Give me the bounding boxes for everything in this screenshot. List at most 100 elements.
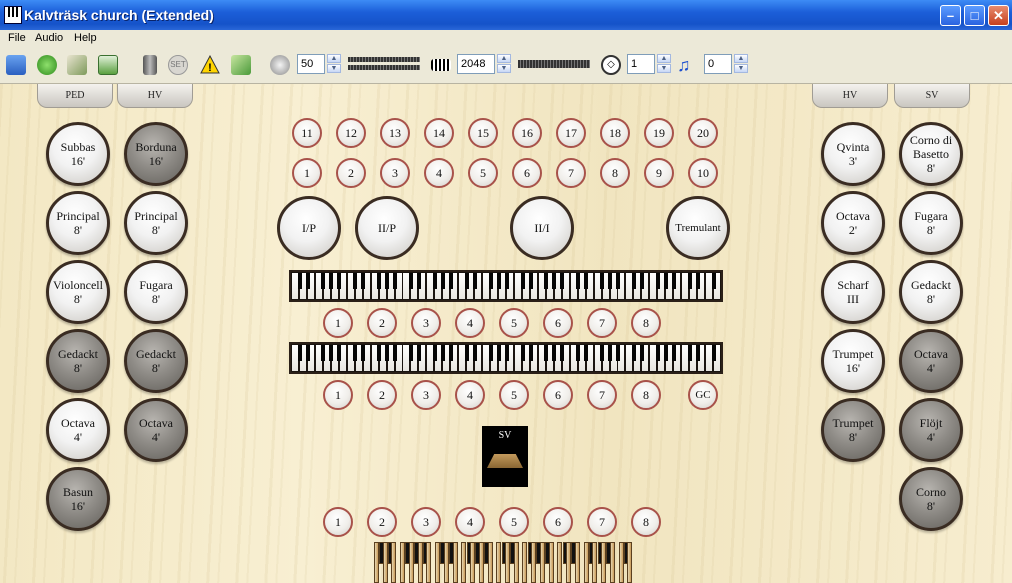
ped-stop-0[interactable]: Subbas 16' [46, 122, 110, 186]
manual-1-piston-2[interactable]: 2 [367, 380, 397, 410]
black-key[interactable] [329, 273, 334, 289]
pedal-key[interactable] [627, 542, 633, 583]
manual-1-piston-7[interactable]: 7 [587, 380, 617, 410]
general-piston-15[interactable]: 15 [468, 118, 498, 148]
hv_right-stop-0[interactable]: Qvinta 3' [821, 122, 885, 186]
black-key[interactable] [440, 345, 445, 361]
black-key[interactable] [464, 273, 469, 289]
black-key[interactable] [464, 345, 469, 361]
black-key[interactable] [600, 273, 605, 289]
coupler-ii-p[interactable]: II/P [355, 196, 419, 260]
black-key[interactable] [584, 273, 589, 289]
black-key[interactable] [496, 273, 501, 289]
general-piston-7[interactable]: 7 [556, 158, 586, 188]
black-key[interactable] [329, 345, 334, 361]
black-key[interactable] [472, 273, 477, 289]
general-piston-3[interactable]: 3 [380, 158, 410, 188]
midi-icon[interactable] [231, 55, 251, 75]
black-key[interactable] [576, 273, 581, 289]
swell-pedal[interactable]: SV [482, 426, 528, 487]
hv_right-stop-2[interactable]: Scharf III [821, 260, 885, 324]
black-key[interactable] [639, 273, 644, 289]
pedal-piston-7[interactable]: 7 [587, 507, 617, 537]
pedal-key[interactable] [487, 542, 493, 583]
black-key[interactable] [488, 345, 493, 361]
general-piston-16[interactable]: 16 [512, 118, 542, 148]
black-key[interactable] [552, 273, 557, 289]
black-key[interactable] [520, 345, 525, 361]
pedal-key[interactable] [539, 542, 545, 583]
pedal-piston-5[interactable]: 5 [499, 507, 529, 537]
black-key[interactable] [448, 345, 453, 361]
black-key[interactable] [504, 273, 509, 289]
ped-stop-2[interactable]: Violoncell 8' [46, 260, 110, 324]
black-key[interactable] [472, 345, 477, 361]
polyphony-field[interactable]: 2048 [457, 54, 495, 74]
sv-stop-4[interactable]: Flöjt 4' [899, 398, 963, 462]
menu-help[interactable]: Help [74, 32, 97, 44]
transpose-field[interactable]: 1 [627, 54, 655, 74]
pedal-key[interactable] [382, 542, 388, 583]
manual-2-piston-3[interactable]: 3 [411, 308, 441, 338]
general-piston-2[interactable]: 2 [336, 158, 366, 188]
pedal-board[interactable] [374, 542, 636, 583]
manual-2-piston-8[interactable]: 8 [631, 308, 661, 338]
pedal-key[interactable] [513, 542, 519, 583]
manual-2-piston-1[interactable]: 1 [323, 308, 353, 338]
pedal-key[interactable] [522, 542, 528, 583]
black-key[interactable] [504, 345, 509, 361]
open-folder-icon[interactable] [6, 55, 26, 75]
pedal-piston-8[interactable]: 8 [631, 507, 661, 537]
black-key[interactable] [655, 345, 660, 361]
manual-1-piston-6[interactable]: 6 [543, 380, 573, 410]
general-piston-8[interactable]: 8 [600, 158, 630, 188]
black-key[interactable] [432, 273, 437, 289]
general-piston-5[interactable]: 5 [468, 158, 498, 188]
menu-audio[interactable]: Audio [35, 32, 63, 44]
black-key[interactable] [353, 345, 358, 361]
black-key[interactable] [695, 273, 700, 289]
sv-stop-0[interactable]: Corno di Basetto 8' [899, 122, 963, 186]
black-key[interactable] [608, 345, 613, 361]
black-key[interactable] [576, 345, 581, 361]
ped-stop-1[interactable]: Principal 8' [46, 191, 110, 255]
close-button[interactable]: ✕ [988, 5, 1009, 26]
general-piston-14[interactable]: 14 [424, 118, 454, 148]
pedal-key[interactable] [408, 542, 414, 583]
pedal-piston-1[interactable]: 1 [323, 507, 353, 537]
black-key[interactable] [409, 273, 414, 289]
general-piston-13[interactable]: 13 [380, 118, 410, 148]
black-key[interactable] [337, 273, 342, 289]
black-key[interactable] [393, 273, 398, 289]
black-key[interactable] [632, 273, 637, 289]
pedal-key[interactable] [574, 542, 580, 583]
black-key[interactable] [671, 345, 676, 361]
midi-channel-stepper[interactable]: ▲ ▼ [734, 54, 748, 74]
general-piston-18[interactable]: 18 [600, 118, 630, 148]
ped-stop-4[interactable]: Octava 4' [46, 398, 110, 462]
manual-2-piston-4[interactable]: 4 [455, 308, 485, 338]
reload-icon[interactable] [37, 55, 57, 75]
black-key[interactable] [385, 345, 390, 361]
manual-1-piston-8[interactable]: 8 [631, 380, 661, 410]
black-key[interactable] [409, 345, 414, 361]
tab-hv-right[interactable]: HV [812, 84, 888, 108]
black-key[interactable] [417, 273, 422, 289]
minimize-button[interactable]: – [940, 5, 961, 26]
pedal-key[interactable] [400, 542, 406, 583]
title-bar[interactable]: Kalvträsk church (Extended) – □ ✕ [0, 0, 1012, 30]
black-key[interactable] [337, 345, 342, 361]
menu-file[interactable]: File [8, 32, 26, 44]
black-key[interactable] [440, 273, 445, 289]
black-key[interactable] [297, 273, 302, 289]
black-key[interactable] [552, 345, 557, 361]
coupler-ii-i[interactable]: II/I [510, 196, 574, 260]
black-key[interactable] [663, 345, 668, 361]
black-key[interactable] [321, 345, 326, 361]
black-key[interactable] [353, 273, 358, 289]
general-cancel-button[interactable]: GC [688, 380, 718, 410]
black-key[interactable] [584, 345, 589, 361]
manual-1-piston-1[interactable]: 1 [323, 380, 353, 410]
black-key[interactable] [616, 273, 621, 289]
black-key[interactable] [695, 345, 700, 361]
